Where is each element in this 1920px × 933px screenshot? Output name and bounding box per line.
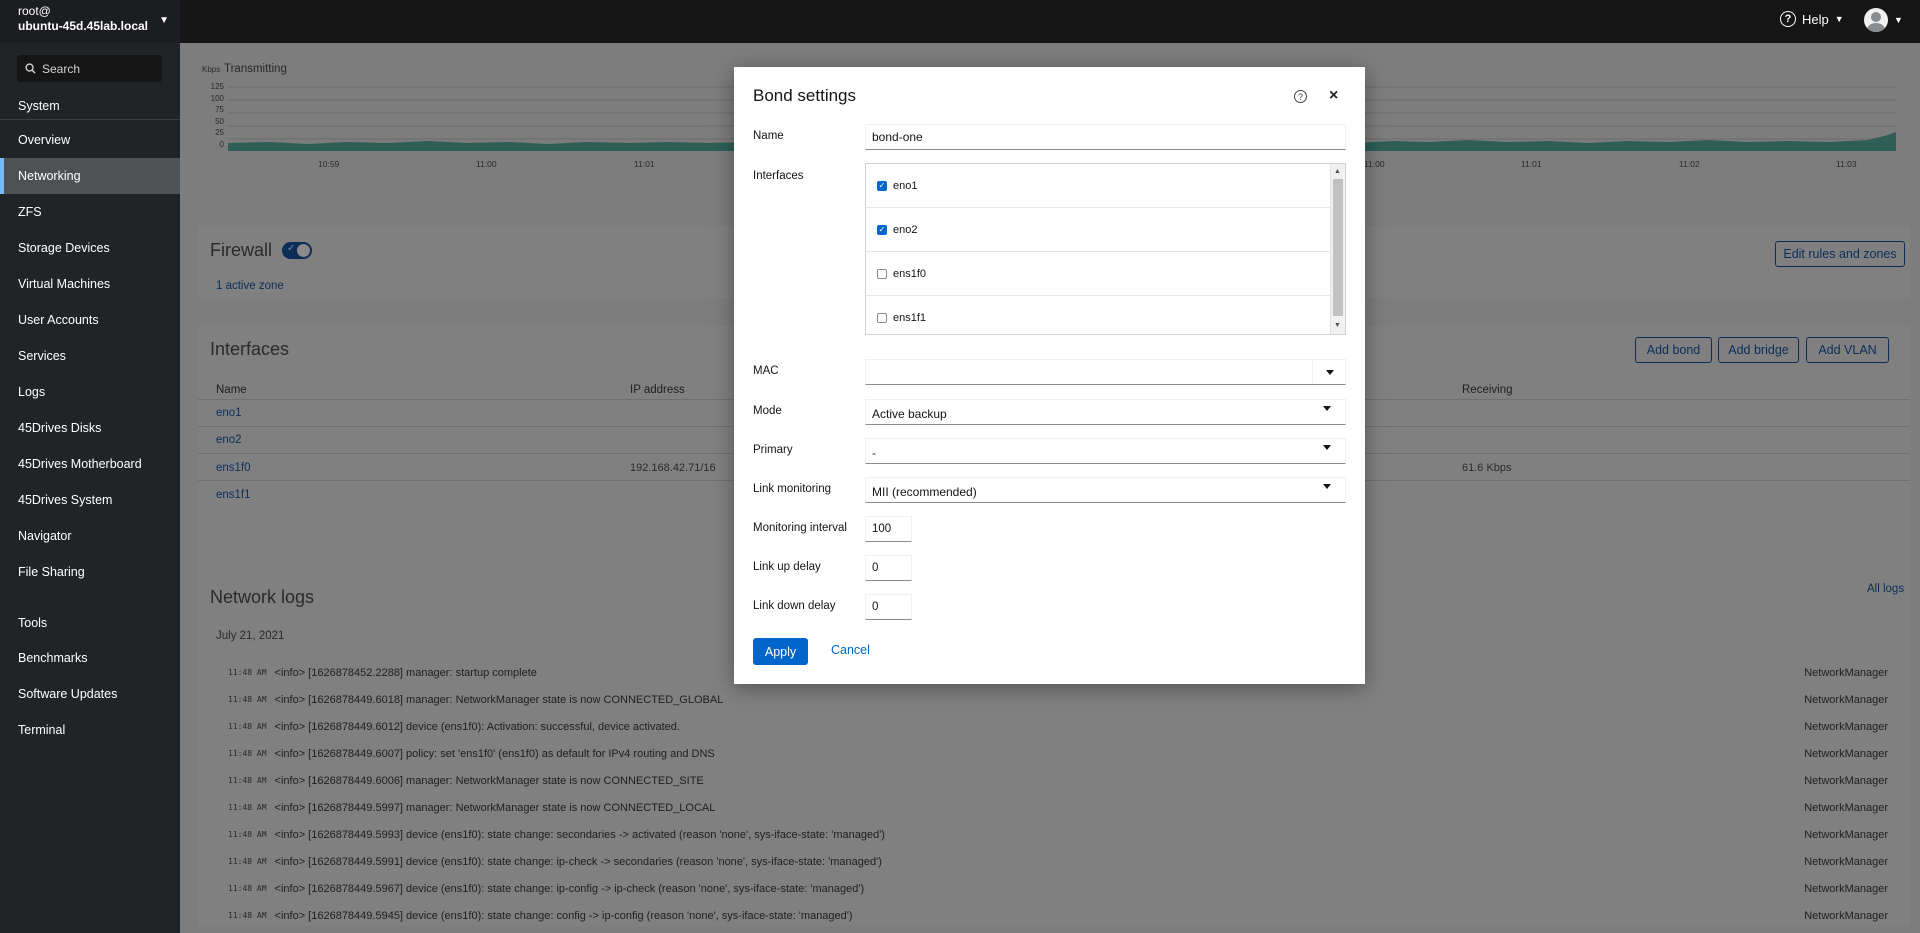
- caret-down-icon: [1323, 484, 1331, 489]
- link-up-delay-label: Link up delay: [753, 561, 821, 573]
- interface-option-label: ens1f0: [893, 267, 927, 280]
- primary-select[interactable]: -: [865, 438, 1346, 464]
- scrollbar-thumb[interactable]: [1333, 179, 1343, 316]
- mac-combobox: [865, 359, 1346, 385]
- monitoring-interval-input[interactable]: [865, 516, 912, 542]
- caret-down-icon: [1325, 369, 1334, 375]
- help-icon[interactable]: ?: [1294, 90, 1307, 103]
- mac-label: MAC: [753, 365, 779, 377]
- scroll-up-icon[interactable]: ▲: [1334, 168, 1341, 175]
- mac-input[interactable]: [866, 360, 1306, 384]
- link-up-delay-input[interactable]: [865, 555, 912, 581]
- interface-option-eno1[interactable]: ✓ eno1: [866, 164, 1330, 208]
- link-monitoring-label: Link monitoring: [753, 483, 831, 495]
- checkbox-checked-icon[interactable]: ✓: [877, 180, 887, 191]
- mode-label: Mode: [753, 405, 782, 417]
- interface-option-label: ens1f1: [893, 311, 927, 324]
- bond-settings-dialog: Bond settings ? × Name Interfaces ✓ eno1…: [734, 67, 1365, 684]
- dialog-title: Bond settings: [753, 86, 857, 105]
- caret-down-icon: [1323, 445, 1331, 450]
- checkbox-unchecked-icon[interactable]: [877, 268, 887, 279]
- mac-dropdown-toggle[interactable]: [1312, 360, 1346, 384]
- primary-label: Primary: [753, 444, 793, 456]
- interfaces-list: ✓ eno1 ✓ eno2 ens1f0 ens1f1 ▲ ▼: [865, 163, 1346, 335]
- apply-button[interactable]: Apply: [753, 638, 808, 665]
- name-input[interactable]: [865, 124, 1346, 150]
- interface-option-label: eno1: [893, 179, 918, 192]
- interface-option-ens1f0[interactable]: ens1f0: [866, 252, 1330, 296]
- link-monitoring-select[interactable]: MII (recommended): [865, 477, 1346, 503]
- primary-value: -: [872, 446, 876, 460]
- name-label: Name: [753, 130, 784, 142]
- interfaces-label: Interfaces: [753, 170, 804, 182]
- cancel-button[interactable]: Cancel: [831, 643, 870, 657]
- caret-down-icon: [1323, 406, 1331, 411]
- mode-select[interactable]: Active backup: [865, 399, 1346, 425]
- mode-value: Active backup: [872, 407, 947, 421]
- link-down-delay-input[interactable]: [865, 594, 912, 620]
- close-icon[interactable]: ×: [1329, 87, 1338, 105]
- interface-option-label: eno2: [893, 223, 918, 236]
- interface-option-eno2[interactable]: ✓ eno2: [866, 208, 1330, 252]
- interface-option-ens1f1[interactable]: ens1f1: [866, 296, 1330, 334]
- monitoring-interval-label: Monitoring interval: [753, 522, 847, 534]
- link-down-delay-label: Link down delay: [753, 600, 836, 612]
- link-monitoring-value: MII (recommended): [872, 485, 977, 499]
- scroll-down-icon[interactable]: ▼: [1334, 322, 1341, 329]
- checkbox-unchecked-icon[interactable]: [877, 312, 887, 323]
- checkbox-checked-icon[interactable]: ✓: [877, 224, 887, 235]
